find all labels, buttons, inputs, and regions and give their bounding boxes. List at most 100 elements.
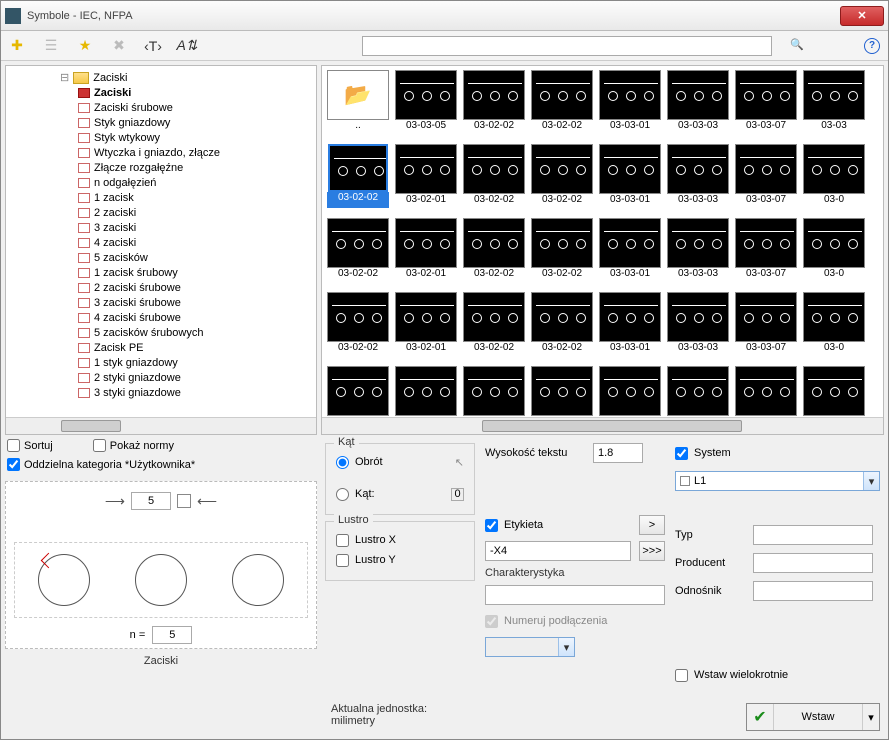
thumb-symbol[interactable]: 03-03-03 [666,292,730,362]
symbol-preview: ⟶ ⟵ n = [5,481,317,649]
delete-icon[interactable]: ✖ [111,38,127,54]
tree-item[interactable]: n odgałęzień [8,175,314,190]
thumb-symbol[interactable]: 03-02-02 [530,70,594,140]
search-input[interactable] [362,36,772,56]
angle-radio[interactable]: Kąt: [336,484,464,504]
thumb-symbol[interactable]: 03-02-02 [462,70,526,140]
mirror-y-checkbox[interactable]: Lustro Y [336,550,464,570]
reference-input[interactable] [753,581,873,601]
tree-item[interactable]: 4 zaciski śrubowe [8,310,314,325]
pick-point-icon[interactable] [177,494,191,508]
type-input[interactable] [753,525,873,545]
thumb-symbol[interactable]: 03-0 [802,144,866,214]
properties-icon[interactable]: ☰ [43,38,59,54]
preview-title: Zaciski [5,649,317,669]
thumb-symbol[interactable]: 03-02-02 [326,218,390,288]
thumb-symbol[interactable]: 03-02-02 [326,144,390,214]
tree-item[interactable]: 2 zaciski śrubowe [8,280,314,295]
text-tool-icon[interactable]: ‹T› [145,38,161,54]
thumb-symbol[interactable]: 03-03-01 [598,144,662,214]
tree-item[interactable]: 1 styk gniazdowy [8,355,314,370]
tree-item[interactable]: Zaciski śrubowe [8,100,314,115]
thumb-symbol[interactable]: 03-02-02 [530,144,594,214]
spacing-input[interactable] [131,492,171,510]
tree-item[interactable]: Styk wtykowy [8,130,314,145]
label-input[interactable] [485,541,631,561]
thumb-symbol[interactable]: 03-02-02 [462,218,526,288]
thumb-symbol[interactable]: 03-03-03 [666,144,730,214]
tree-item[interactable]: 1 zacisk śrubowy [8,265,314,280]
tree-item[interactable]: 3 styki gniazdowe [8,385,314,400]
category-tree[interactable]: ⊟ZaciskiZaciskiZaciski śruboweStyk gniaz… [6,66,316,404]
label-step-one[interactable]: > [639,515,665,535]
thumb-symbol[interactable]: 03-02-01 [394,144,458,214]
system-select[interactable]: L1 ▾ [675,471,880,491]
thumb-symbol[interactable]: 03-02-02 [530,218,594,288]
show-standards-checkbox[interactable]: Pokaż normy [93,439,174,452]
thumb-symbol[interactable]: 03-02-01 [394,218,458,288]
text-height-input[interactable] [593,443,643,463]
tree-hscroll[interactable] [6,417,316,434]
tree-item[interactable]: 5 zacisków śrubowych [8,325,314,340]
producer-input[interactable] [753,553,873,573]
label-checkbox[interactable]: Etykieta > [485,515,665,535]
thumb-symbol[interactable]: 03-03-05 [394,70,458,140]
thumb-symbol[interactable]: 03-03-03 [666,218,730,288]
tree-folder[interactable]: ⊟Zaciski [8,70,314,85]
angle-input[interactable] [451,488,464,501]
search-icon[interactable]: 🔍 [790,38,806,54]
tree-item[interactable]: 2 zaciski [8,205,314,220]
thumb-symbol[interactable]: 03-03-07 [734,144,798,214]
thumb-symbol[interactable]: 03-03-01 [598,70,662,140]
show-standards-label: Pokaż normy [110,440,174,452]
rotate-label: Obrót [355,456,383,468]
symbol-grid[interactable]: 📂..03-03-0503-02-0203-02-0203-03-0103-03… [326,70,879,435]
tree-item[interactable]: 4 zaciski [8,235,314,250]
thumb-symbol[interactable]: 03-03 [802,70,866,140]
thumb-symbol[interactable]: 03-0 [802,292,866,362]
thumb-symbol[interactable]: 03-02-02 [530,292,594,362]
thumb-symbol[interactable]: 03-02-02 [462,144,526,214]
tree-item[interactable]: Zaciski [8,85,314,100]
sort-checkbox[interactable]: Sortuj [7,439,53,452]
tree-item[interactable]: 1 zacisk [8,190,314,205]
system-checkbox[interactable]: System [675,443,880,463]
rotate-radio[interactable]: Obrót ↖ [336,452,464,472]
check-icon: ✔ [747,707,773,727]
thumb-symbol[interactable]: 03-03-07 [734,70,798,140]
thumb-symbol[interactable]: 03-03-01 [598,292,662,362]
thumb-symbol[interactable]: 03-03-03 [666,70,730,140]
grid-hscroll[interactable] [322,417,883,434]
tree-item[interactable]: Wtyczka i gniazdo, złącze [8,145,314,160]
tree-item[interactable]: 3 zaciski [8,220,314,235]
tree-item[interactable]: Zacisk PE [8,340,314,355]
tree-item[interactable]: Złącze rozgałęźne [8,160,314,175]
tree-item[interactable]: 5 zacisków [8,250,314,265]
tree-item[interactable]: 2 styki gniazdowe [8,370,314,385]
tree-item[interactable]: Styk gniazdowy [8,115,314,130]
chevron-down-icon[interactable]: ▾ [863,711,879,724]
text-height-label: Wysokość tekstu [485,447,585,459]
label-step-more[interactable]: >>> [639,541,665,561]
separate-category-checkbox[interactable]: Oddzielna kategoria *Użytkownika* [7,458,315,471]
close-button[interactable]: ✕ [840,6,884,26]
multi-insert-checkbox[interactable]: Wstaw wielokrotnie [675,665,880,685]
tree-item[interactable]: 3 zaciski śrubowe [8,295,314,310]
label-chk-label: Etykieta [504,519,543,531]
thumb-symbol[interactable]: 03-02-02 [462,292,526,362]
n-input[interactable] [152,626,192,644]
mirror-x-checkbox[interactable]: Lustro X [336,530,464,550]
insert-button[interactable]: ✔ Wstaw ▾ [746,703,880,731]
font-tool-icon[interactable]: A⇅ [179,38,195,54]
help-icon[interactable]: ? [864,38,880,54]
thumb-up[interactable]: 📂.. [326,70,390,140]
thumb-symbol[interactable]: 03-02-01 [394,292,458,362]
thumb-symbol[interactable]: 03-0 [802,218,866,288]
favorite-icon[interactable]: ★ [77,38,93,54]
thumb-symbol[interactable]: 03-03-01 [598,218,662,288]
add-icon[interactable]: ✚ [9,38,25,54]
thumb-symbol[interactable]: 03-02-02 [326,292,390,362]
thumb-symbol[interactable]: 03-03-07 [734,292,798,362]
characteristic-input[interactable] [485,585,665,605]
thumb-symbol[interactable]: 03-03-07 [734,218,798,288]
